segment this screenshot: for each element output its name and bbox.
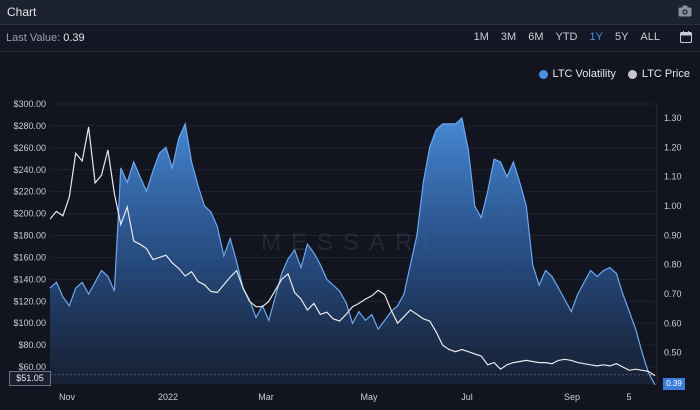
left-tick-label: $200.00 xyxy=(13,209,46,219)
right-tick-label: 0.50 xyxy=(664,348,682,358)
left-tick-label: $240.00 xyxy=(13,165,46,175)
x-axis-ticks: Nov 2022 Mar May Jul Sep 5 xyxy=(59,392,632,402)
x-tick-label: 5 xyxy=(626,392,631,402)
x-tick-label: 2022 xyxy=(158,392,178,402)
left-tick-label: $180.00 xyxy=(13,231,46,241)
left-axis-current-label: $51.05 xyxy=(9,371,51,386)
right-axis-ticks: 1.301.201.101.000.900.800.700.600.500.40 xyxy=(664,113,682,387)
left-tick-label: $100.00 xyxy=(13,318,46,328)
right-tick-label: 0.70 xyxy=(664,289,682,299)
left-tick-label: $260.00 xyxy=(13,143,46,153)
x-tick-label: Sep xyxy=(564,392,580,402)
left-tick-label: $220.00 xyxy=(13,187,46,197)
right-axis-current-label: 0.39 xyxy=(663,378,685,390)
right-tick-label: 0.60 xyxy=(664,318,682,328)
left-tick-label: $140.00 xyxy=(13,274,46,284)
left-axis-ticks: $300.00 $280.00 $260.00 $240.00 $220.00 $200.… xyxy=(13,99,46,372)
x-tick-label: Mar xyxy=(258,392,274,402)
x-tick-label: Nov xyxy=(59,392,76,402)
left-tick-label: $120.00 xyxy=(13,296,46,306)
left-tick-label: $300.00 xyxy=(13,99,46,109)
x-tick-label: May xyxy=(360,392,378,402)
left-tick-label: $280.00 xyxy=(13,121,46,131)
left-tick-label: $80.00 xyxy=(18,340,46,350)
x-tick-label: Jul xyxy=(461,392,473,402)
watermark: MESSARI xyxy=(261,229,439,256)
right-tick-label: 0.90 xyxy=(664,230,682,240)
right-tick-label: 1.00 xyxy=(664,201,682,211)
left-tick-label: $160.00 xyxy=(13,252,46,262)
right-tick-label: 0.80 xyxy=(664,260,682,270)
right-tick-label: 1.30 xyxy=(664,113,682,123)
right-tick-label: 1.20 xyxy=(664,142,682,152)
chart-plot: MESSARI $300.00 $280.00 $260.00 $240.00 $220… xyxy=(13,99,682,402)
right-tick-label: 1.10 xyxy=(664,172,682,182)
